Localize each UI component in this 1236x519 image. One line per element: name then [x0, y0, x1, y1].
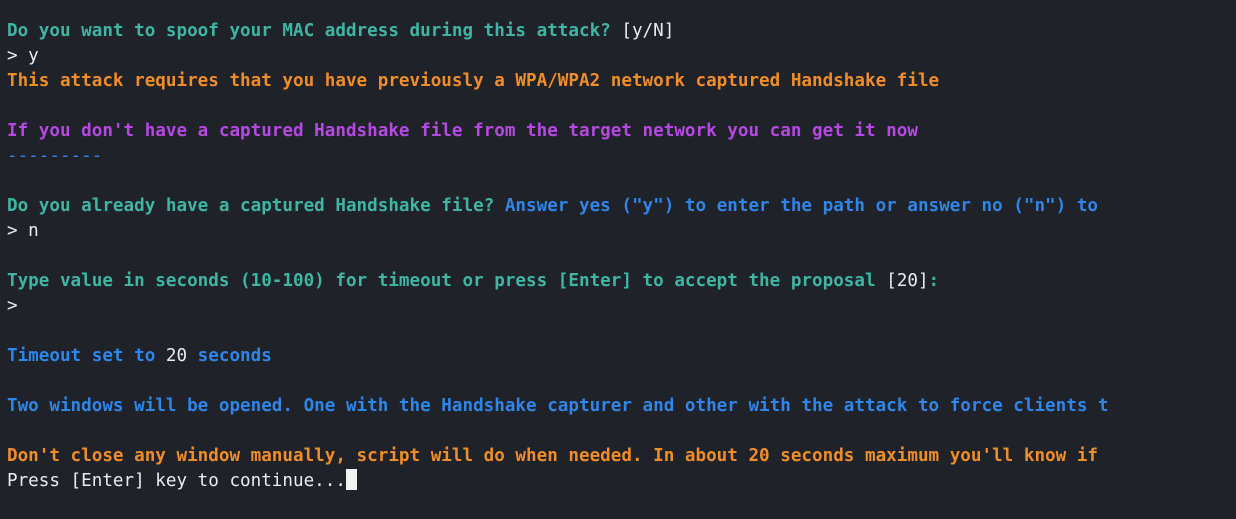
close-warning: Don't close any window manually, script … [7, 446, 1099, 466]
spoof-answer: > y [7, 46, 39, 66]
continue-prompt-line[interactable]: Press [Enter] key to continue... [7, 469, 1236, 494]
timeout-question-line: Type value in seconds (10-100) for timeo… [7, 269, 1236, 294]
timeout-value: 20 [165, 346, 188, 366]
timeout-question-colon: : [928, 271, 940, 291]
handshake-instruction: Answer yes ("y") to enter the path or an… [504, 196, 1099, 216]
timeout-set-line: Timeout set to 20 seconds [7, 344, 1236, 369]
handshake-answer: > n [7, 221, 39, 241]
terminal-window[interactable]: Do you want to spoof your MAC address du… [0, 0, 1236, 519]
text-cursor [345, 469, 357, 490]
handshake-question-line: Do you already have a captured Handshake… [7, 194, 1236, 219]
timeout-set-suffix: seconds [187, 346, 272, 366]
capture-hint: If you don't have a captured Handshake f… [7, 121, 918, 141]
timeout-default: [20] [886, 271, 929, 291]
windows-notice: Two windows will be opened. One with the… [7, 396, 1109, 416]
handshake-question: Do you already have a captured Handshake… [7, 196, 495, 216]
requirement-notice: This attack requires that you have previ… [7, 71, 940, 91]
spoof-question-line: Do you want to spoof your MAC address du… [7, 19, 1236, 44]
continue-prompt: Press [Enter] key to continue... [7, 471, 346, 491]
timeout-set-prefix: Timeout set to [7, 346, 166, 366]
separator: --------- [7, 146, 103, 166]
spoof-options: [y/N] [621, 21, 675, 41]
timeout-question: Type value in seconds (10-100) for timeo… [7, 271, 887, 291]
timeout-prompt: > [7, 296, 18, 316]
spoof-question: Do you want to spoof your MAC address du… [7, 21, 611, 41]
